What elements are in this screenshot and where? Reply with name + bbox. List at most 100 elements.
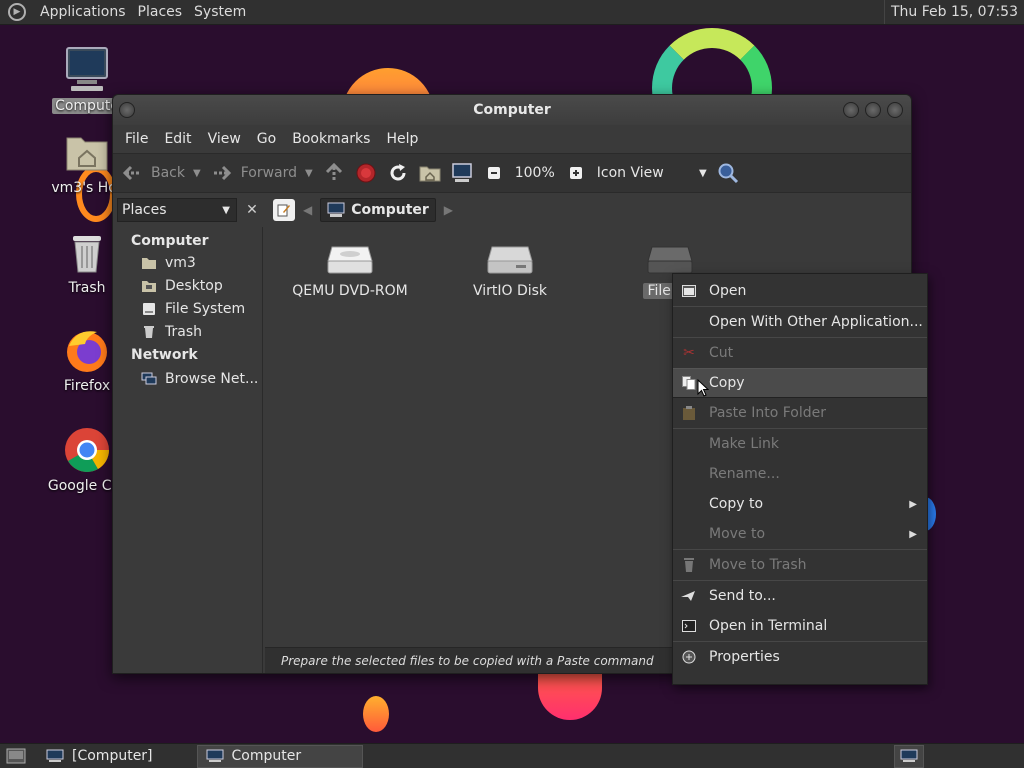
menu-item-open[interactable]: Open: [673, 276, 927, 306]
menu-item-properties[interactable]: Properties: [673, 642, 927, 672]
computer-button[interactable]: [451, 162, 473, 184]
minimize-button[interactable]: [843, 102, 859, 118]
system-menu[interactable]: System: [188, 4, 252, 20]
file-item-virtio-disk[interactable]: VirtIO Disk: [435, 245, 585, 299]
search-icon: [717, 162, 739, 184]
sidebar-item-desktop[interactable]: Desktop: [115, 274, 262, 297]
maximize-button[interactable]: [865, 102, 881, 118]
toggle-location-entry-button[interactable]: [273, 199, 295, 221]
sidebar-item-vm3[interactable]: vm3: [115, 251, 262, 274]
network-icon: [141, 372, 157, 384]
sidebar-item-trash[interactable]: Trash: [115, 320, 262, 343]
computer-icon: [206, 749, 224, 762]
menu-item-open-in-terminal[interactable]: Open in Terminal: [673, 611, 927, 641]
menu-item-label: Properties: [709, 649, 780, 665]
show-desktop-button[interactable]: [0, 745, 34, 768]
places-selector-label: Places: [122, 202, 167, 218]
bottom-panel: [Computer] Computer: [0, 743, 1024, 768]
sidebar-item-label: File System: [165, 300, 246, 317]
sidebar-heading-network: Network: [131, 347, 198, 363]
stop-button[interactable]: [355, 162, 377, 184]
sidebar-item-label: Browse Net...: [165, 370, 259, 387]
sidebar-item-label: Trash: [165, 323, 202, 340]
home-folder-icon: [419, 162, 441, 184]
places-selector[interactable]: Places ▼: [117, 198, 237, 222]
menu-item-paste-into-folder[interactable]: Paste Into Folder: [673, 398, 927, 428]
breadcrumb-computer[interactable]: Computer: [320, 198, 436, 222]
menu-item-rename[interactable]: Rename...: [673, 459, 927, 489]
menu-item-label: Rename...: [709, 466, 780, 482]
menu-item-make-link[interactable]: Make Link: [673, 429, 927, 459]
menu-item-copy-to[interactable]: Copy to ▶: [673, 489, 927, 519]
edit-icon: [277, 204, 290, 217]
menu-item-move-to-trash[interactable]: Move to Trash: [673, 550, 927, 580]
home-folder-icon: [66, 137, 108, 171]
forward-history-dropdown-icon[interactable]: ▼: [305, 168, 313, 179]
view-mode-dropdown-icon: ▼: [699, 167, 707, 179]
sidebar-item-browse-network[interactable]: Browse Net...: [115, 367, 262, 390]
top-panel-menus: Applications Places System: [34, 0, 252, 24]
menu-item-label: Open: [709, 283, 747, 299]
menu-item-send-to[interactable]: Send to...: [673, 581, 927, 611]
submenu-arrow-icon: ▶: [909, 498, 917, 510]
top-panel: ▶ Applications Places System Thu Feb 15,…: [0, 0, 1024, 25]
search-button[interactable]: [717, 162, 739, 184]
trash-icon: [681, 557, 697, 573]
distro-logo-icon[interactable]: ▶: [8, 3, 26, 21]
menu-bookmarks[interactable]: Bookmarks: [284, 131, 378, 147]
menu-go[interactable]: Go: [249, 131, 284, 147]
breadcrumb-scroll-right-icon[interactable]: ▶: [444, 203, 453, 217]
computer-icon: [451, 162, 473, 184]
menu-item-label: Cut: [709, 345, 734, 361]
menu-item-copy[interactable]: Copy: [673, 368, 927, 398]
close-sidebar-button[interactable]: ✕: [241, 199, 263, 221]
open-icon: [681, 283, 697, 299]
menu-item-label: Open With Other Application...: [709, 314, 923, 330]
menu-item-cut[interactable]: ✂ Cut: [673, 338, 927, 368]
sidebar-heading-computer: Computer: [131, 233, 209, 249]
sidebar-item-label: vm3: [165, 254, 196, 271]
back-button[interactable]: Back ▼: [121, 162, 201, 184]
menu-edit[interactable]: Edit: [156, 131, 199, 147]
home-button[interactable]: [419, 162, 441, 184]
sidebar-item-file-system[interactable]: File System: [115, 297, 262, 320]
show-desktop-icon: [6, 748, 26, 764]
menu-help[interactable]: Help: [378, 131, 426, 147]
zoom-level[interactable]: 100%: [515, 165, 555, 181]
reload-button[interactable]: [387, 162, 409, 184]
close-button[interactable]: [887, 102, 903, 118]
places-menu[interactable]: Places: [132, 4, 189, 20]
menu-view[interactable]: View: [200, 131, 249, 147]
zoom-out-icon: [483, 162, 505, 184]
menu-item-open-with[interactable]: Open With Other Application...: [673, 307, 927, 337]
forward-button[interactable]: Forward ▼: [211, 162, 313, 184]
menu-item-move-to[interactable]: Move to ▶: [673, 519, 927, 549]
taskbar-item-computer-2[interactable]: Computer: [196, 744, 363, 768]
taskbar-item-computer-1[interactable]: [Computer]: [38, 745, 161, 768]
zoom-out-button[interactable]: [483, 162, 505, 184]
applications-menu[interactable]: Applications: [34, 4, 132, 20]
file-item-label: VirtIO Disk: [472, 283, 548, 299]
view-mode-select[interactable]: Icon View ▼: [597, 165, 707, 181]
zoom-level-label: 100%: [514, 165, 555, 181]
zoom-in-button[interactable]: [565, 162, 587, 184]
file-item-qemu-dvd[interactable]: QEMU DVD-ROM: [275, 245, 425, 299]
clock[interactable]: Thu Feb 15, 07:53: [883, 0, 1024, 24]
up-button[interactable]: [323, 162, 345, 184]
desktop-folder-icon: [142, 280, 156, 292]
menu-item-label: Send to...: [709, 588, 776, 604]
back-history-dropdown-icon[interactable]: ▼: [193, 168, 201, 179]
taskbar-item-label: Computer: [231, 748, 302, 764]
window-titlebar[interactable]: Computer: [113, 95, 911, 125]
desktop-icon-label: Firefox: [63, 378, 111, 394]
menu-item-label: Make Link: [709, 436, 779, 452]
forward-label: Forward: [240, 165, 298, 181]
window-menu-button[interactable]: [119, 102, 135, 118]
menu-item-label: Paste Into Folder: [709, 405, 827, 421]
workspace-icon: [900, 749, 918, 762]
computer-icon: [327, 202, 345, 217]
back-arrow-icon: [121, 162, 143, 184]
menu-file[interactable]: File: [117, 131, 156, 147]
breadcrumb-scroll-left-icon[interactable]: ◀: [303, 203, 312, 217]
workspace-switcher[interactable]: [894, 744, 924, 768]
